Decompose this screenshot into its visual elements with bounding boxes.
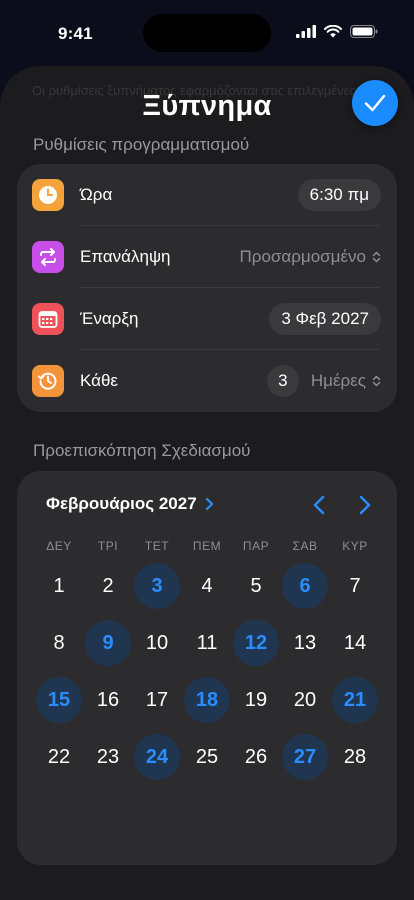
calendar-day[interactable]: 17 [134, 677, 180, 723]
wake-up-sheet: Οι ρυθμίσεις ξυπνήματος εφαρμόζονται στι… [0, 66, 414, 900]
start-label: Έναρξη [80, 309, 139, 328]
calendar-day[interactable]: 4 [184, 563, 230, 609]
confirm-button[interactable] [352, 80, 398, 126]
every-count[interactable]: 3 [266, 365, 299, 397]
calendar-day[interactable]: 20 [282, 677, 328, 723]
calendar-day[interactable]: 19 [233, 677, 279, 723]
every-popup[interactable]: 3 Ημέρες [266, 365, 381, 397]
month-title: Φεβρουάριος 2027 [46, 494, 197, 513]
calendar-day[interactable]: 28 [332, 734, 378, 780]
weekday-label: ΤΡΙ [97, 539, 119, 553]
status-icons [296, 25, 378, 38]
calendar-day-selected[interactable]: 15 [36, 677, 82, 723]
weekday-label: ΣΑΒ [292, 539, 318, 553]
next-month-button[interactable] [351, 491, 379, 519]
repeat-label: Επανάληψη [80, 247, 171, 266]
preview-section-header: Προεπισκόπηση Σχεδιασμού [33, 441, 251, 460]
repeat-row[interactable]: Επανάληψη Προσαρμοσμένο [17, 226, 397, 288]
previous-month-button[interactable] [305, 491, 333, 519]
schedule-section-header: Ρυθμίσεις προγραμματισμού [33, 135, 250, 154]
time-label: Ώρα [80, 185, 113, 204]
calendar-day-selected[interactable]: 21 [332, 677, 378, 723]
chevron-right-icon [359, 495, 371, 515]
cellular-signal-icon [296, 25, 316, 38]
weekday-label: ΤΕΤ [144, 539, 170, 553]
calendar-day-selected[interactable]: 18 [184, 677, 230, 723]
calendar-day[interactable]: 2 [85, 563, 131, 609]
dynamic-island [143, 14, 271, 52]
time-value-button[interactable]: 6:30 πμ [297, 179, 381, 211]
status-time: 9:41 [58, 24, 93, 43]
wifi-icon [324, 25, 342, 38]
repeat-icon [32, 241, 64, 273]
repeat-value: Προσαρμοσμένο [239, 247, 366, 266]
calendar-day[interactable]: 22 [36, 734, 82, 780]
calendar-icon [32, 303, 64, 335]
calendar-day[interactable]: 10 [134, 620, 180, 666]
calendar-day-selected[interactable]: 24 [134, 734, 180, 780]
calendar-day-selected[interactable]: 3 [134, 563, 180, 609]
history-icon [32, 365, 64, 397]
calendar-day-selected[interactable]: 12 [233, 620, 279, 666]
weekday-label: ΔΕΥ [46, 539, 72, 553]
calendar-day[interactable]: 23 [85, 734, 131, 780]
checkmark-icon [364, 94, 386, 112]
calendar-day[interactable]: 25 [184, 734, 230, 780]
calendar-card: Φεβρουάριος 2027 ΔΕΥ ΤΡΙ ΤΕΤ ΠΕΜ ΠΑΡ ΣΑΒ ΚΥΡ 1… [17, 471, 397, 865]
calendar-day[interactable]: 11 [184, 620, 230, 666]
calendar-day[interactable]: 1 [36, 563, 82, 609]
calendar-day-selected[interactable]: 6 [282, 563, 328, 609]
every-label: Κάθε [80, 371, 118, 390]
calendar-day[interactable]: 8 [36, 620, 82, 666]
weekday-label: ΚΥΡ [342, 539, 368, 553]
calendar-day-selected[interactable]: 9 [85, 620, 131, 666]
calendar-day[interactable]: 5 [233, 563, 279, 609]
calendar-day[interactable]: 7 [332, 563, 378, 609]
weekday-label: ΠΕΜ [192, 539, 222, 553]
time-row[interactable]: Ώρα 6:30 πμ [17, 164, 397, 226]
start-date-button[interactable]: 3 Φεβ 2027 [269, 303, 381, 335]
weekday-label: ΠΑΡ [242, 539, 270, 553]
every-unit: Ημέρες [310, 371, 366, 390]
calendar-day[interactable]: 16 [85, 677, 131, 723]
status-bar: 9:41 [0, 0, 414, 60]
chevron-updown-icon [372, 251, 381, 263]
calendar-day-selected[interactable]: 27 [282, 734, 328, 780]
chevron-right-icon [205, 497, 213, 511]
battery-icon [350, 25, 378, 38]
month-selector[interactable]: Φεβρουάριος 2027 [46, 494, 214, 514]
calendar-day[interactable]: 13 [282, 620, 328, 666]
calendar-day[interactable]: 26 [233, 734, 279, 780]
calendar-day[interactable]: 14 [332, 620, 378, 666]
every-row[interactable]: Κάθε 3 Ημέρες [17, 350, 397, 412]
repeat-popup[interactable]: Προσαρμοσμένο [240, 247, 381, 267]
start-row[interactable]: Έναρξη 3 Φεβ 2027 [17, 288, 397, 350]
clock-icon [32, 179, 64, 211]
chevron-left-icon [313, 495, 325, 515]
chevron-updown-icon [372, 375, 381, 387]
schedule-card: Ώρα 6:30 πμ Επανάληψη Προσαρμοσμένο Έναρ… [17, 164, 397, 412]
